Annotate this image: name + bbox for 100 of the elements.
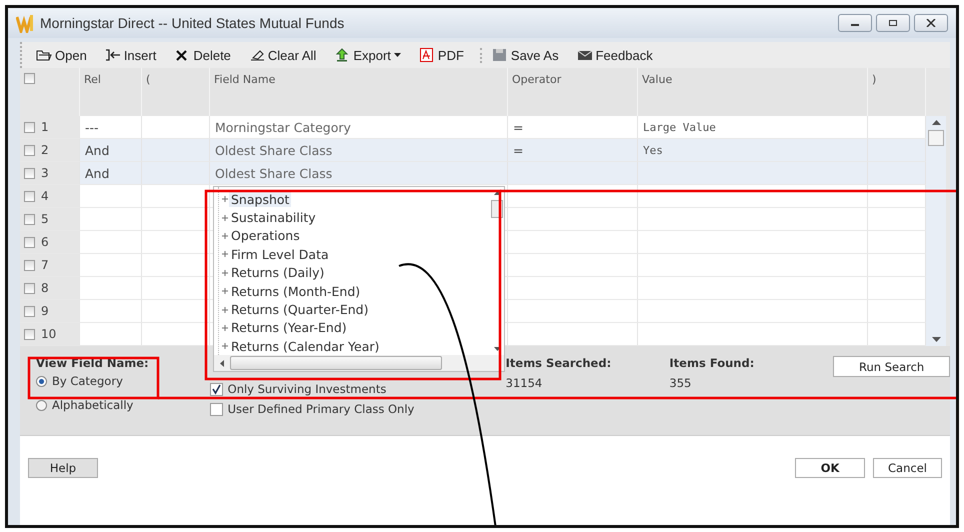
open-button[interactable]: Open bbox=[32, 48, 95, 62]
up-arrow-icon bbox=[334, 48, 350, 62]
run-search-button[interactable]: Run Search bbox=[833, 356, 950, 377]
row-checkbox[interactable] bbox=[24, 144, 35, 156]
column-header: Rel bbox=[84, 73, 101, 86]
row-number: 5 bbox=[41, 212, 49, 226]
table-cell: = bbox=[513, 120, 524, 134]
category-item[interactable]: Snapshot bbox=[222, 190, 490, 208]
criteria-row[interactable]: 1 --- Morningstar Category = Large Value bbox=[20, 116, 926, 139]
expand-icon bbox=[222, 288, 228, 294]
vertical-scrollbar[interactable] bbox=[926, 116, 946, 346]
row-checkbox[interactable] bbox=[24, 328, 35, 340]
row-checkbox[interactable] bbox=[24, 190, 35, 202]
column-header: ) bbox=[872, 73, 876, 86]
table-cell: And bbox=[85, 166, 110, 180]
category-item[interactable]: Sustainability bbox=[222, 208, 490, 227]
table-cell: And bbox=[85, 142, 110, 158]
row-checkbox[interactable] bbox=[24, 214, 35, 224]
pdf-button[interactable]: PDF bbox=[414, 48, 472, 62]
category-item[interactable]: Returns (Calendar Year) bbox=[222, 337, 490, 355]
minimize-button[interactable] bbox=[838, 14, 872, 32]
caret-icon bbox=[394, 53, 401, 57]
category-item[interactable]: Returns (Daily) bbox=[222, 264, 490, 282]
cancel-button[interactable]: Cancel bbox=[873, 458, 942, 478]
category-item[interactable]: Returns (Quarter-End) bbox=[222, 300, 490, 319]
feedback-button[interactable]: Feedback bbox=[572, 48, 661, 62]
column-header: Value bbox=[642, 73, 672, 86]
checkbox-option[interactable]: Only Surviving Investments bbox=[210, 382, 506, 396]
export-button[interactable]: Export bbox=[330, 48, 409, 62]
row-number: 6 bbox=[41, 235, 49, 249]
maximize-button[interactable] bbox=[876, 14, 910, 32]
table-cell: --- bbox=[85, 120, 99, 134]
column-header: Field Name bbox=[214, 73, 276, 86]
expand-icon bbox=[222, 196, 228, 202]
category-item[interactable]: Operations bbox=[222, 226, 490, 246]
category-item[interactable]: Returns (Year-End) bbox=[222, 318, 490, 338]
category-item[interactable]: Firm Level Data bbox=[222, 245, 490, 264]
row-number: 1 bbox=[41, 120, 49, 134]
row-checkbox[interactable] bbox=[24, 306, 35, 316]
expand-icon bbox=[222, 324, 228, 331]
delete-button[interactable]: Delete bbox=[170, 48, 239, 62]
checkmark-icon bbox=[210, 384, 222, 394]
row-number: 8 bbox=[41, 281, 49, 295]
row-checkbox[interactable] bbox=[24, 168, 35, 178]
criteria-row[interactable]: 2 And Oldest Share Class = Yes bbox=[20, 139, 926, 162]
row-checkbox[interactable] bbox=[24, 122, 35, 132]
checkbox-option[interactable]: User Defined Primary Class Only bbox=[210, 402, 506, 416]
items-searched-value: 31154 bbox=[506, 376, 544, 390]
expand-icon bbox=[222, 270, 228, 276]
scroll-thumb[interactable] bbox=[928, 130, 944, 146]
items-found-label: Items Found: bbox=[669, 356, 756, 370]
table-cell: Oldest Share Class bbox=[215, 166, 332, 180]
criteria-row[interactable]: 3 And Oldest Share Class bbox=[20, 162, 926, 185]
row-checkbox[interactable] bbox=[24, 282, 35, 294]
row-number: 10 bbox=[41, 327, 56, 341]
row-number: 7 bbox=[41, 258, 49, 272]
maximize-icon bbox=[888, 19, 898, 27]
select-all-checkbox[interactable] bbox=[24, 73, 35, 84]
row-number: 9 bbox=[41, 304, 49, 318]
scroll-down-icon[interactable] bbox=[932, 337, 940, 342]
radio-option[interactable]: Alphabetically bbox=[36, 398, 210, 412]
category-label[interactable]: Returns (Calendar Year) bbox=[229, 338, 382, 354]
column-header: ( bbox=[146, 73, 150, 86]
category-item[interactable]: Returns (Month-End) bbox=[222, 282, 490, 300]
category-label[interactable]: Snapshot bbox=[229, 192, 292, 207]
table-cell: Yes bbox=[643, 144, 663, 156]
category-label[interactable]: Returns (Daily) bbox=[229, 265, 326, 280]
clear-button[interactable]: Clear All bbox=[244, 48, 324, 62]
insert-arrow-icon bbox=[104, 48, 121, 62]
radio-option[interactable]: By Category bbox=[36, 374, 210, 388]
row-checkbox[interactable] bbox=[24, 260, 35, 270]
category-label[interactable]: Sustainability bbox=[229, 210, 318, 226]
close-icon bbox=[926, 19, 936, 27]
table-cell: = bbox=[513, 142, 524, 158]
category-label[interactable]: Returns (Month-End) bbox=[229, 284, 362, 299]
row-number: 2 bbox=[41, 143, 49, 157]
category-label[interactable]: Returns (Year-End) bbox=[229, 320, 349, 336]
logo-icon bbox=[16, 13, 34, 33]
close-button[interactable] bbox=[914, 14, 948, 32]
expand-icon bbox=[222, 251, 228, 258]
table-cell: Oldest Share Class bbox=[215, 142, 332, 158]
table-cell: Large Value bbox=[643, 120, 716, 134]
category-label[interactable]: Firm Level Data bbox=[229, 246, 331, 262]
expand-icon bbox=[222, 232, 228, 239]
folder-icon bbox=[36, 48, 52, 62]
help-button[interactable]: Help bbox=[28, 458, 98, 478]
category-label[interactable]: Operations bbox=[229, 228, 302, 244]
table-cell: Morningstar Category bbox=[215, 120, 351, 134]
row-number: 3 bbox=[41, 166, 49, 180]
expand-icon bbox=[222, 306, 228, 313]
horizontal-scrollbar[interactable] bbox=[214, 355, 504, 371]
ok-button[interactable]: OK bbox=[795, 458, 866, 478]
scroll-left-icon[interactable] bbox=[220, 360, 224, 366]
scroll-up-icon[interactable] bbox=[932, 120, 940, 125]
scroll-up-icon[interactable] bbox=[494, 191, 500, 195]
row-checkbox[interactable] bbox=[24, 236, 35, 248]
save-button[interactable]: Save As bbox=[480, 48, 567, 62]
category-label[interactable]: Returns (Quarter-End) bbox=[229, 302, 370, 318]
insert-button[interactable]: Insert bbox=[100, 48, 164, 62]
scroll-thumb[interactable] bbox=[230, 356, 442, 370]
